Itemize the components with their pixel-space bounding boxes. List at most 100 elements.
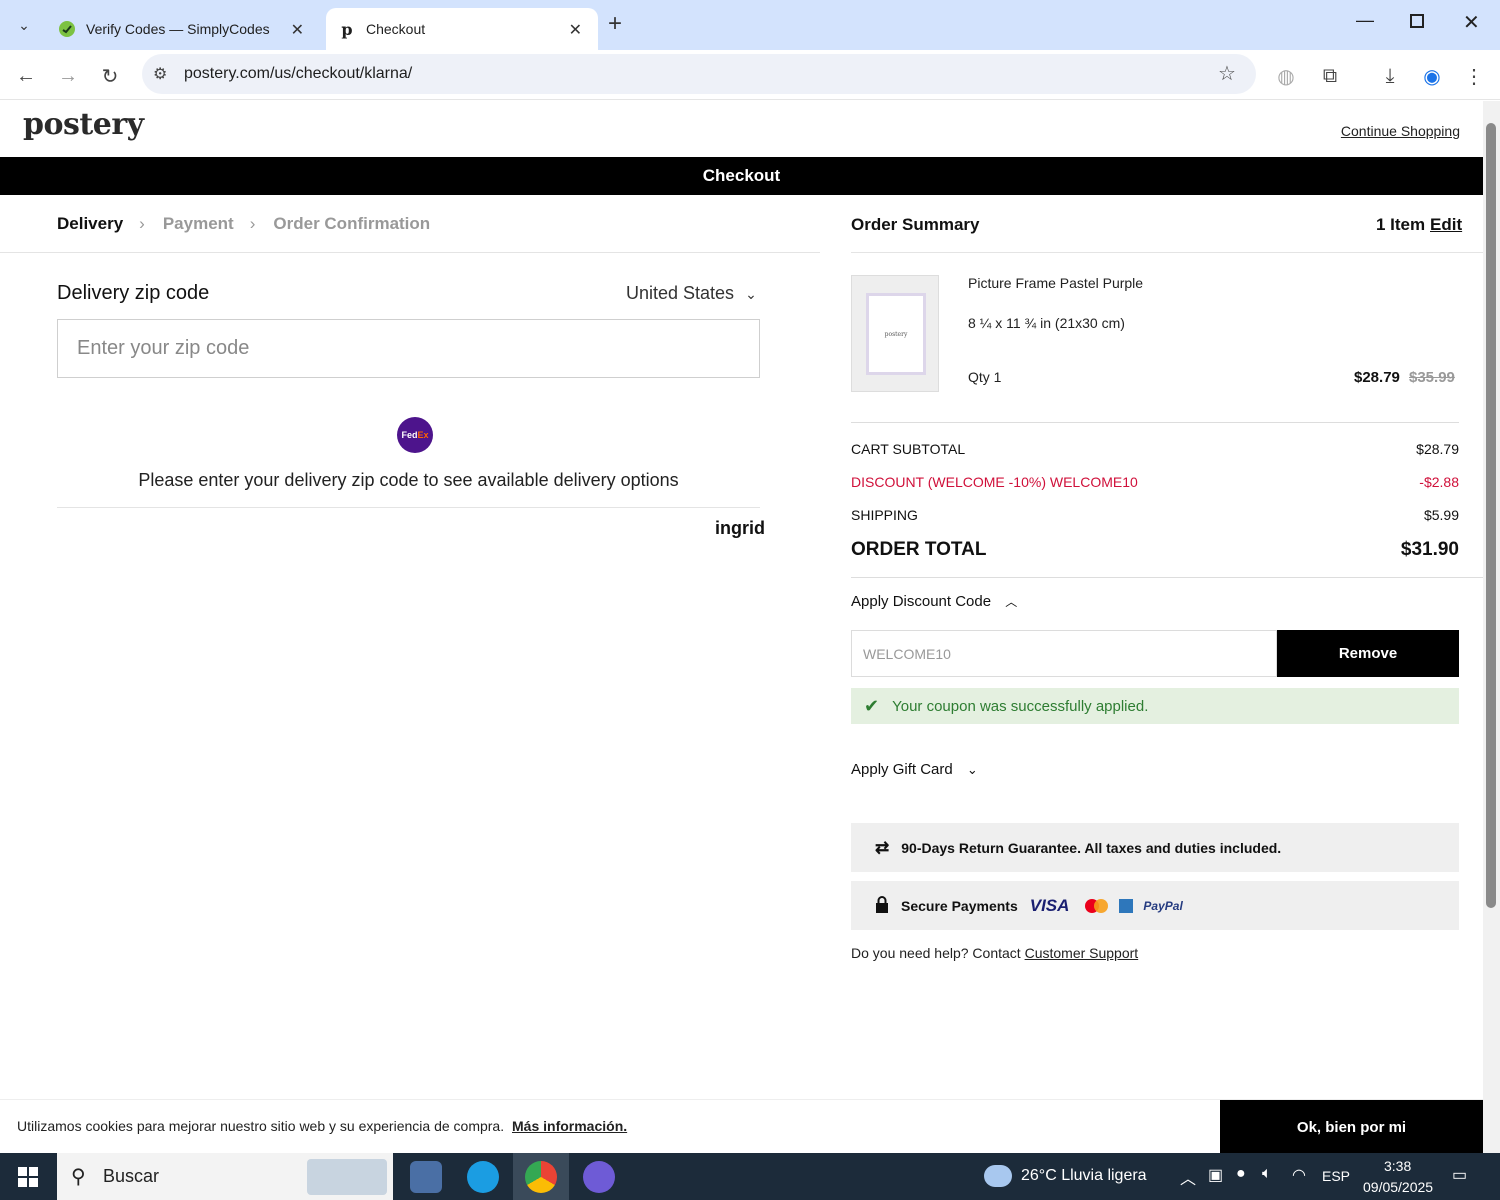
country-select[interactable]: United States ⌄ xyxy=(626,283,757,304)
step-order-confirmation[interactable]: Order Confirmation xyxy=(273,214,430,234)
frame-preview: postery xyxy=(866,293,926,375)
close-tab-icon[interactable]: ✕ xyxy=(291,20,304,40)
new-tab-icon[interactable]: + xyxy=(608,10,622,38)
windows-taskbar: ⚲ Buscar 26°C Lluvia ligera ︿ ▣ ● 🔈︎ ◠ E… xyxy=(0,1153,1500,1200)
tab-title: Verify Codes — SimplyCodes xyxy=(86,21,270,37)
discount-value: -$2.88 xyxy=(1419,474,1459,490)
discount-code-input[interactable]: WELCOME10 xyxy=(851,630,1277,677)
discount-label: DISCOUNT (WELCOME -10%) WELCOME10 xyxy=(851,474,1138,490)
subtotal-label: CART SUBTOTAL xyxy=(851,441,966,457)
tab-simplycodes[interactable]: Verify Codes — SimplyCodes ✕ xyxy=(48,8,320,50)
product-size: 8 ¼ x 11 ¾ in (21x30 cm) xyxy=(968,315,1125,331)
notifications-icon[interactable]: ▭ xyxy=(1452,1165,1467,1185)
edge-app-icon[interactable] xyxy=(467,1161,499,1193)
restore-icon[interactable] xyxy=(1410,14,1424,28)
chat-app-icon[interactable] xyxy=(583,1161,615,1193)
secure-payments-banner: Secure Payments VISA PayPal xyxy=(851,881,1459,930)
customer-support-link[interactable]: Customer Support xyxy=(1025,945,1139,961)
divider xyxy=(851,577,1483,578)
delivery-zip-title: Delivery zip code xyxy=(57,282,210,304)
extensions-icon[interactable]: ⧉ xyxy=(1316,62,1344,90)
search-highlight-image xyxy=(307,1159,387,1195)
step-delivery[interactable]: Delivery xyxy=(57,214,123,234)
profile-icon[interactable]: ◉ xyxy=(1418,62,1446,90)
product-old-price: $35.99 xyxy=(1409,369,1455,386)
reload-icon[interactable]: ↻ xyxy=(96,62,124,90)
divider xyxy=(57,507,760,508)
weather-text[interactable]: 26°C Lluvia ligera xyxy=(1021,1167,1147,1185)
shipping-label: SHIPPING xyxy=(851,507,918,523)
volume-icon[interactable]: 🔈︎ xyxy=(1262,1165,1272,1183)
forward-icon[interactable]: → xyxy=(54,62,82,90)
page-scrollbar[interactable] xyxy=(1483,101,1500,1153)
cookie-accept-button[interactable]: Ok, bien por mi xyxy=(1220,1100,1483,1153)
tab-search-dropdown-icon[interactable]: ⌄ xyxy=(8,10,40,40)
clock-time[interactable]: 3:38 xyxy=(1384,1158,1411,1174)
meet-icon[interactable]: ▣ xyxy=(1208,1165,1223,1185)
tab-checkout[interactable]: p Checkout ✕ xyxy=(326,8,598,50)
edit-cart-link[interactable]: Edit xyxy=(1430,215,1462,235)
chevron-right-icon: › xyxy=(249,214,256,233)
minimize-icon[interactable]: — xyxy=(1356,10,1374,31)
step-payment[interactable]: Payment xyxy=(163,214,234,234)
secure-payments-text: Secure Payments xyxy=(901,897,1018,914)
cookie-text: Utilizamos cookies para mejorar nuestro … xyxy=(17,1118,627,1134)
menu-icon[interactable]: ⋮ xyxy=(1460,62,1488,90)
address-bar[interactable]: ⚙ postery.com/us/checkout/klarna/ ☆ xyxy=(142,54,1256,94)
chevron-right-icon: › xyxy=(139,214,145,233)
product-qty: Qty 1 xyxy=(968,369,1002,385)
wifi-icon[interactable]: ◠ xyxy=(1292,1165,1306,1185)
ingrid-logo: ingrid xyxy=(715,518,765,538)
order-total-label: ORDER TOTAL xyxy=(851,539,987,560)
item-count: 1 Item xyxy=(1376,215,1426,234)
search-icon: ⚲ xyxy=(71,1166,86,1188)
exchange-arrows-icon: ⇄ xyxy=(875,837,890,857)
checkmark-icon: ✔ xyxy=(864,695,880,716)
remove-coupon-button[interactable]: Remove xyxy=(1277,630,1459,677)
microphone-icon[interactable]: ● xyxy=(1236,1165,1246,1183)
return-guarantee-banner: ⇄ 90-Days Return Guarantee. All taxes an… xyxy=(851,823,1459,872)
bookmark-star-icon[interactable]: ☆ xyxy=(1218,61,1236,86)
back-icon[interactable]: ← xyxy=(12,62,40,90)
checkout-steps: Delivery › Payment › Order Confirmation xyxy=(57,214,446,234)
translate-icon[interactable]: ◍ xyxy=(1272,62,1300,90)
continue-shopping-link[interactable]: Continue Shopping xyxy=(1341,123,1460,139)
url-text: postery.com/us/checkout/klarna/ xyxy=(184,65,413,82)
browser-toolbar: ← → ↻ ⚙ postery.com/us/checkout/klarna/ … xyxy=(0,50,1500,100)
checkout-banner: Checkout xyxy=(0,157,1483,195)
postery-logo[interactable]: postery xyxy=(23,107,144,142)
visa-icon: VISA xyxy=(1029,895,1070,915)
close-window-icon[interactable]: ✕ xyxy=(1463,10,1480,35)
chrome-app-icon[interactable] xyxy=(525,1161,557,1193)
clock-date[interactable]: 09/05/2025 xyxy=(1363,1179,1433,1195)
delivery-message: Please enter your delivery zip code to s… xyxy=(138,470,679,490)
apply-discount-toggle[interactable]: Apply Discount Code ︿ xyxy=(851,593,1017,610)
weather-icon xyxy=(984,1165,1012,1187)
fedex-logo-icon: Fed Ex xyxy=(397,417,433,453)
site-settings-icon[interactable]: ⚙ xyxy=(153,64,167,84)
windows-start-icon[interactable] xyxy=(18,1167,38,1187)
more-info-link[interactable]: Más información. xyxy=(512,1118,627,1134)
divider xyxy=(0,252,820,253)
taskbar-search[interactable]: ⚲ Buscar xyxy=(57,1153,393,1200)
product-price: $28.79 xyxy=(1354,369,1400,386)
calculator-app-icon[interactable] xyxy=(410,1161,442,1193)
cookie-message: Utilizamos cookies para mejorar nuestro … xyxy=(17,1118,505,1134)
order-summary-title: Order Summary xyxy=(851,215,980,234)
search-placeholder: Buscar xyxy=(103,1166,160,1186)
scrollbar-thumb[interactable] xyxy=(1486,123,1496,908)
apply-gift-card-toggle[interactable]: Apply Gift Card ⌄ xyxy=(851,761,978,778)
help-text: Do you need help? Contact Customer Suppo… xyxy=(851,945,1138,961)
close-tab-icon[interactable]: ✕ xyxy=(569,20,582,40)
product-thumbnail[interactable]: postery xyxy=(851,275,939,392)
tray-chevron-up-icon[interactable]: ︿ xyxy=(1180,1165,1196,1189)
zip-code-input[interactable] xyxy=(57,319,760,378)
divider xyxy=(851,252,1483,253)
language-indicator[interactable]: ESP xyxy=(1322,1168,1350,1184)
tab-title: Checkout xyxy=(366,21,426,37)
coupon-success-alert: ✔ Your coupon was successfully applied. xyxy=(851,688,1459,724)
shipping-value: $5.99 xyxy=(1423,507,1459,523)
country-value: United States xyxy=(626,283,735,303)
divider xyxy=(851,422,1459,423)
download-icon[interactable]: ⤓ xyxy=(1376,62,1404,90)
